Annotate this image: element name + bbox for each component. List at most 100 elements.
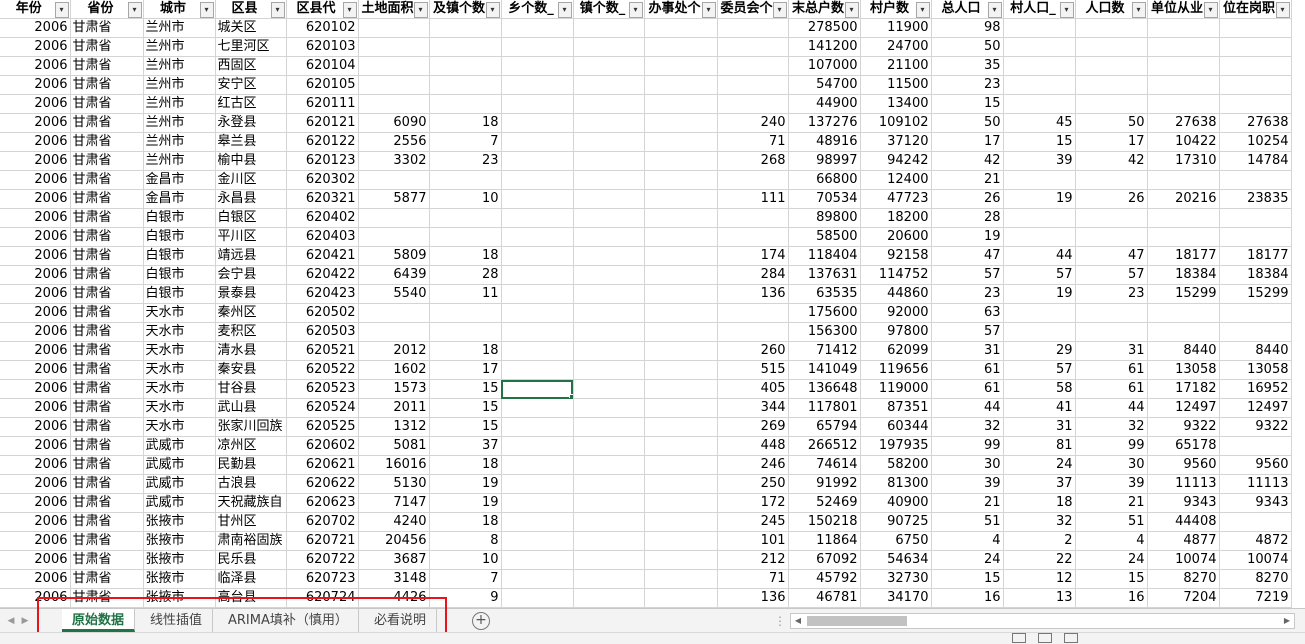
table-cell[interactable] xyxy=(644,322,718,342)
table-cell[interactable]: 620722 xyxy=(286,550,359,570)
table-cell[interactable]: 40900 xyxy=(860,493,932,513)
table-cell[interactable]: 2006 xyxy=(0,18,71,38)
table-cell[interactable]: 2006 xyxy=(0,94,71,114)
table-cell[interactable]: 19 xyxy=(1003,284,1076,304)
table-cell[interactable]: 永登县 xyxy=(215,113,287,133)
table-cell[interactable]: 2006 xyxy=(0,493,71,513)
table-cell[interactable] xyxy=(1075,170,1148,190)
table-cell[interactable]: 武威市 xyxy=(143,455,216,475)
table-cell[interactable]: 甘肃省 xyxy=(70,588,144,608)
table-cell[interactable]: 天水市 xyxy=(143,322,216,342)
table-cell[interactable] xyxy=(1147,37,1220,57)
tab-must-read[interactable]: 必看说明 xyxy=(364,609,438,632)
table-cell[interactable]: 81 xyxy=(1003,436,1076,456)
scrollbar-thumb[interactable] xyxy=(807,616,907,626)
table-cell[interactable]: 15 xyxy=(1075,569,1148,589)
table-cell[interactable]: 甘肃省 xyxy=(70,379,144,399)
table-cell[interactable]: 7219 xyxy=(1219,588,1292,608)
table-cell[interactable]: 兰州市 xyxy=(143,75,216,95)
table-cell[interactable]: 63 xyxy=(931,303,1004,323)
table-cell[interactable]: 23 xyxy=(931,75,1004,95)
table-cell[interactable]: 甘肃省 xyxy=(70,208,144,228)
dropdown-arrow-icon[interactable]: ▾ xyxy=(844,2,859,18)
table-cell[interactable]: 2006 xyxy=(0,474,71,494)
table-cell[interactable] xyxy=(501,322,574,342)
table-cell[interactable] xyxy=(717,227,789,247)
table-cell[interactable]: 甘肃省 xyxy=(70,56,144,76)
table-cell[interactable]: 清水县 xyxy=(215,341,287,361)
table-cell[interactable]: 81300 xyxy=(860,474,932,494)
table-cell[interactable]: 天水市 xyxy=(143,417,216,437)
table-cell[interactable]: 101 xyxy=(717,531,789,551)
table-cell[interactable] xyxy=(1075,18,1148,38)
table-cell[interactable]: 9 xyxy=(429,588,502,608)
table-cell[interactable]: 109102 xyxy=(860,113,932,133)
table-cell[interactable] xyxy=(573,94,645,114)
table-cell[interactable]: 172 xyxy=(717,493,789,513)
table-cell[interactable]: 2006 xyxy=(0,246,71,266)
table-cell[interactable]: 2006 xyxy=(0,455,71,475)
table-cell[interactable] xyxy=(573,265,645,285)
table-cell[interactable]: 620602 xyxy=(286,436,359,456)
table-cell[interactable]: 16 xyxy=(931,588,1004,608)
table-cell[interactable] xyxy=(358,37,430,57)
table-cell[interactable] xyxy=(358,322,430,342)
table-cell[interactable]: 62099 xyxy=(860,341,932,361)
table-cell[interactable]: 620525 xyxy=(286,417,359,437)
table-cell[interactable]: 2006 xyxy=(0,398,71,418)
table-cell[interactable]: 白银市 xyxy=(143,265,216,285)
table-cell[interactable] xyxy=(1219,436,1292,456)
table-cell[interactable] xyxy=(501,56,574,76)
table-cell[interactable]: 张掖市 xyxy=(143,550,216,570)
table-cell[interactable]: 6090 xyxy=(358,113,430,133)
table-cell[interactable]: 甘肃省 xyxy=(70,37,144,57)
table-cell[interactable]: 344 xyxy=(717,398,789,418)
table-cell[interactable]: 107000 xyxy=(788,56,861,76)
table-cell[interactable] xyxy=(1219,37,1292,57)
table-cell[interactable]: 37 xyxy=(1003,474,1076,494)
table-cell[interactable]: 2006 xyxy=(0,132,71,152)
table-cell[interactable] xyxy=(1075,37,1148,57)
table-cell[interactable]: 平川区 xyxy=(215,227,287,247)
table-cell[interactable]: 620121 xyxy=(286,113,359,133)
table-cell[interactable]: 620122 xyxy=(286,132,359,152)
table-cell[interactable] xyxy=(501,588,574,608)
table-cell[interactable]: 张家川回族 xyxy=(215,417,287,437)
table-cell[interactable] xyxy=(1003,18,1076,38)
table-cell[interactable] xyxy=(573,512,645,532)
table-cell[interactable]: 46781 xyxy=(788,588,861,608)
table-cell[interactable] xyxy=(1219,322,1292,342)
table-cell[interactable] xyxy=(1219,94,1292,114)
table-cell[interactable]: 57 xyxy=(1003,360,1076,380)
table-cell[interactable] xyxy=(429,56,502,76)
table-cell[interactable]: 2006 xyxy=(0,341,71,361)
table-cell[interactable]: 8270 xyxy=(1147,569,1220,589)
table-cell[interactable]: 6439 xyxy=(358,265,430,285)
table-cell[interactable]: 秦安县 xyxy=(215,360,287,380)
table-cell[interactable] xyxy=(573,341,645,361)
table-cell[interactable] xyxy=(1075,227,1148,247)
table-cell[interactable]: 8440 xyxy=(1219,341,1292,361)
table-cell[interactable] xyxy=(644,227,718,247)
table-cell[interactable] xyxy=(573,550,645,570)
table-cell[interactable] xyxy=(358,18,430,38)
table-cell[interactable] xyxy=(644,170,718,190)
table-cell[interactable] xyxy=(573,18,645,38)
table-cell[interactable] xyxy=(1147,18,1220,38)
column-header[interactable]: 区县 ▾ xyxy=(215,0,287,19)
table-cell[interactable]: 92158 xyxy=(860,246,932,266)
table-cell[interactable]: 甘肃省 xyxy=(70,341,144,361)
table-cell[interactable] xyxy=(644,360,718,380)
table-cell[interactable] xyxy=(644,588,718,608)
table-cell[interactable]: 20600 xyxy=(860,227,932,247)
table-cell[interactable]: 21 xyxy=(931,170,1004,190)
table-cell[interactable]: 17310 xyxy=(1147,151,1220,171)
table-cell[interactable]: 91992 xyxy=(788,474,861,494)
table-cell[interactable] xyxy=(1075,94,1148,114)
table-cell[interactable] xyxy=(501,417,574,437)
dropdown-arrow-icon[interactable]: ▾ xyxy=(413,2,428,18)
table-cell[interactable] xyxy=(1147,170,1220,190)
table-cell[interactable]: 13 xyxy=(1003,588,1076,608)
table-cell[interactable]: 2006 xyxy=(0,189,71,209)
table-cell[interactable]: 临泽县 xyxy=(215,569,287,589)
